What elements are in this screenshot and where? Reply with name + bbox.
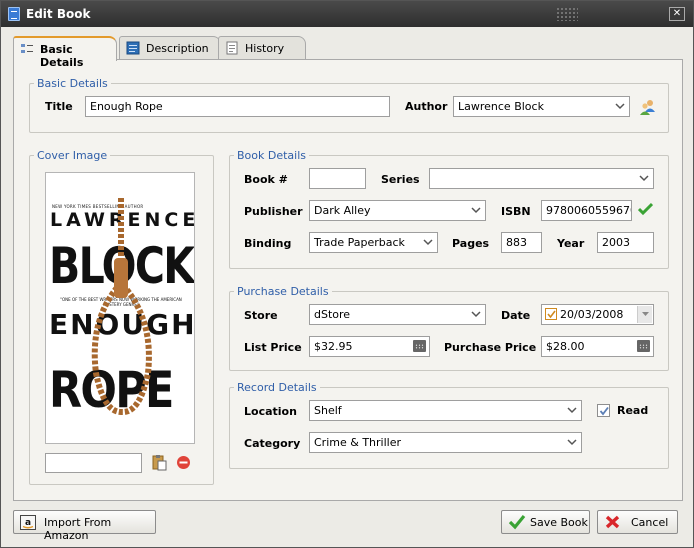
publisher-label: Publisher <box>244 205 303 218</box>
calculator-icon[interactable] <box>413 340 426 352</box>
cover-path-input[interactable] <box>45 453 142 473</box>
checkmark-icon <box>547 310 556 319</box>
group-legend: Purchase Details <box>237 285 329 298</box>
series-select[interactable] <box>429 168 654 189</box>
publisher-select[interactable]: Dark Alley <box>309 200 486 221</box>
app-book-icon <box>8 7 20 21</box>
binding-label: Binding <box>244 237 292 250</box>
category-value: Crime & Thriller <box>314 436 401 449</box>
basic-details-icon <box>21 44 33 53</box>
chevron-down-icon <box>471 207 481 214</box>
title-input[interactable]: Enough Rope <box>85 96 390 117</box>
group-legend: Book Details <box>237 149 307 162</box>
author-value: Lawrence Block <box>458 100 544 113</box>
list-price-input[interactable]: $32.95 <box>309 336 430 357</box>
checkmark-icon <box>638 202 653 216</box>
book-number-input[interactable] <box>309 168 366 189</box>
author-select[interactable]: Lawrence Block <box>453 96 630 117</box>
cancel-x-icon <box>605 515 620 529</box>
save-label: Save Book <box>530 516 588 529</box>
location-value: Shelf <box>314 404 342 417</box>
window-title: Edit Book <box>26 7 91 21</box>
tab-basic-details[interactable]: Basic Details <box>13 36 117 69</box>
calculator-icon[interactable] <box>637 340 650 352</box>
purchase-details-group: Purchase Details <box>229 285 669 371</box>
tab-description[interactable]: Description <box>119 36 221 60</box>
read-label: Read <box>617 404 649 417</box>
group-legend: Record Details <box>237 381 317 394</box>
purchase-price-input[interactable]: $28.00 <box>541 336 654 357</box>
date-value: 20/03/2008 <box>560 308 624 321</box>
record-details-group: Record Details <box>229 381 669 469</box>
list-price-label: List Price <box>244 341 302 354</box>
date-enable-checkbox[interactable] <box>545 308 557 320</box>
people-icon[interactable] <box>639 98 657 116</box>
svg-text:a: a <box>25 518 31 528</box>
date-label: Date <box>501 309 531 322</box>
title-bar: Edit Book ✕ <box>1 1 693 27</box>
cover-image: NEW YORK TIMES BESTSELLING AUTHOR LAWREN… <box>45 172 195 444</box>
history-icon <box>226 41 238 55</box>
binding-select[interactable]: Trade Paperback <box>309 232 438 253</box>
group-legend: Cover Image <box>37 149 108 162</box>
purchase-price-value: $28.00 <box>546 340 585 353</box>
tab-label: Basic Details <box>40 43 84 69</box>
import-from-amazon-button[interactable]: a Import From Amazon <box>13 510 156 542</box>
title-label: Title <box>45 100 73 113</box>
cancel-label: Cancel <box>631 516 669 529</box>
noose-illustration-icon <box>91 198 152 415</box>
chevron-down-icon <box>471 311 481 318</box>
chevron-down-icon <box>615 103 625 110</box>
cancel-button[interactable]: Cancel <box>597 510 678 534</box>
chevron-down-icon <box>567 439 577 446</box>
chevron-down-icon <box>642 312 649 316</box>
chevron-down-icon <box>639 175 649 182</box>
grip-icon <box>556 7 578 21</box>
edit-book-window: Edit Book ✕ Basic Details Description Hi… <box>0 0 694 548</box>
location-select[interactable]: Shelf <box>309 400 582 421</box>
series-label: Series <box>381 173 420 186</box>
group-legend: Basic Details <box>37 77 108 90</box>
checkmark-icon <box>508 514 526 530</box>
tab-label: History <box>245 42 285 55</box>
date-picker[interactable]: 20/03/2008 <box>541 304 654 325</box>
book-number-label: Book # <box>244 173 288 186</box>
year-label: Year <box>557 237 585 250</box>
location-label: Location <box>244 405 297 418</box>
tab-label: Description <box>146 42 209 55</box>
binding-value: Trade Paperback <box>314 236 405 249</box>
remove-icon[interactable] <box>176 455 191 470</box>
paste-icon[interactable] <box>151 454 168 471</box>
chevron-down-icon <box>423 239 433 246</box>
close-button[interactable]: ✕ <box>669 7 685 21</box>
list-price-value: $32.95 <box>314 340 353 353</box>
amazon-icon: a <box>20 515 36 530</box>
pages-input[interactable]: 883 <box>501 232 542 253</box>
publisher-value: Dark Alley <box>314 204 371 217</box>
author-label: Author <box>405 100 448 113</box>
isbn-input[interactable]: 9780060559670 <box>541 200 632 221</box>
date-dropdown-button[interactable] <box>637 306 652 323</box>
purchase-price-label: Purchase Price <box>444 341 537 354</box>
category-label: Category <box>244 437 301 450</box>
pages-label: Pages <box>452 237 490 250</box>
import-label: Import From Amazon <box>44 516 112 542</box>
store-label: Store <box>244 309 278 322</box>
store-select[interactable]: dStore <box>309 304 486 325</box>
year-input[interactable]: 2003 <box>597 232 654 253</box>
chevron-down-icon <box>567 407 577 414</box>
read-checkbox[interactable] <box>597 404 610 417</box>
store-value: dStore <box>314 308 351 321</box>
checkmark-icon <box>599 406 609 416</box>
save-book-button[interactable]: Save Book <box>501 510 590 534</box>
category-select[interactable]: Crime & Thriller <box>309 432 582 453</box>
tab-history[interactable]: History <box>218 36 306 60</box>
isbn-label: ISBN <box>501 205 531 218</box>
description-icon <box>126 41 140 55</box>
